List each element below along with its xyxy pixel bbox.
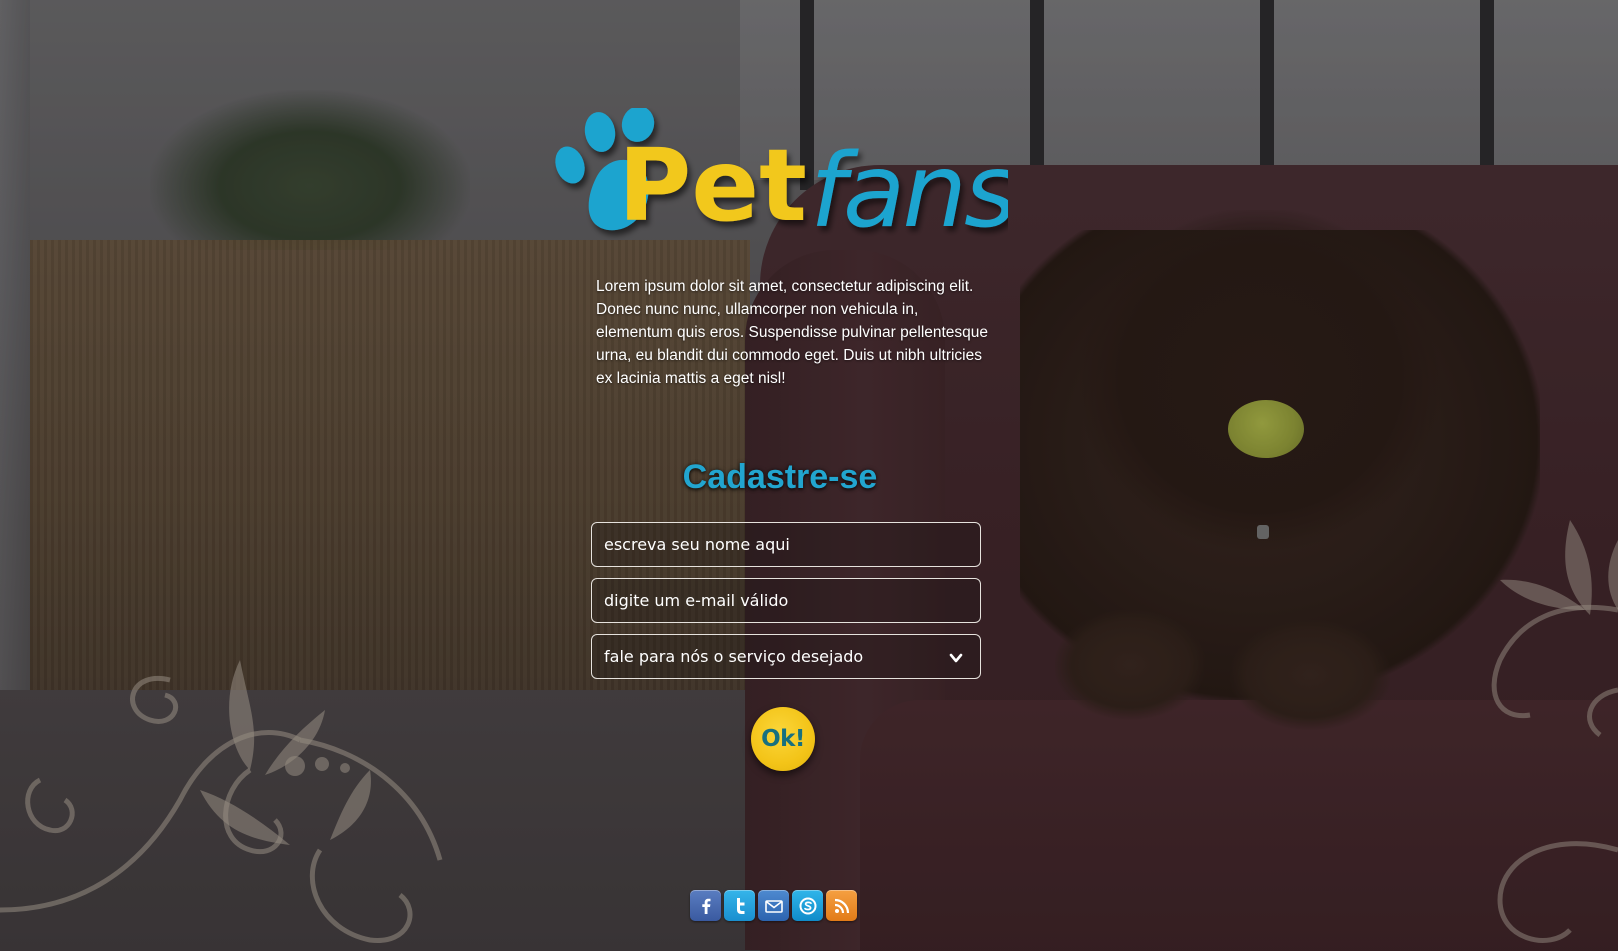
rss-icon[interactable] (826, 890, 857, 921)
social-links (690, 890, 857, 921)
swirl-ornament-right (1491, 520, 1618, 943)
service-select[interactable]: fale para nós o serviço desejado (591, 634, 981, 679)
submit-button[interactable]: Ok! (751, 707, 815, 771)
email-input[interactable] (591, 578, 981, 623)
petfans-logo: Pet fans (555, 108, 1008, 248)
skype-icon[interactable] (792, 890, 823, 921)
name-input[interactable] (591, 522, 981, 567)
signup-title: Cadastre-se (682, 458, 878, 496)
logo-word-fans: fans (810, 132, 1008, 248)
chevron-down-icon (949, 653, 963, 663)
twitter-icon[interactable] (724, 890, 755, 921)
swirl-ornament-left (0, 660, 443, 943)
submit-button-label: Ok! (761, 726, 805, 752)
facebook-icon[interactable] (690, 890, 721, 921)
intro-text: Lorem ipsum dolor sit amet, consectetur … (596, 278, 989, 387)
email-icon[interactable] (758, 890, 789, 921)
service-select-value: fale para nós o serviço desejado (604, 647, 864, 666)
logo-word-pet: Pet (618, 127, 807, 244)
